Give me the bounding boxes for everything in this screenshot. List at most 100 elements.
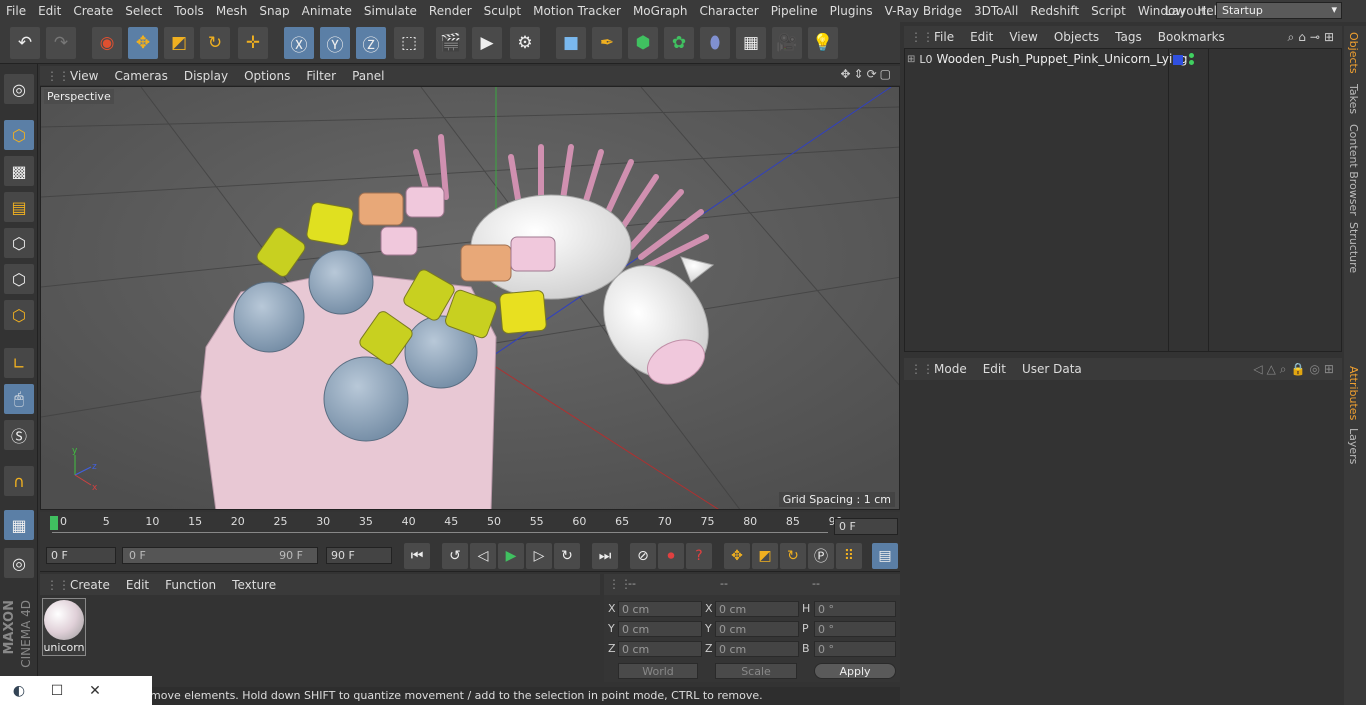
viewport-menu-cameras[interactable]: Cameras — [106, 69, 175, 83]
move-tool-icon[interactable]: ✥ — [128, 27, 158, 59]
size-mode-dropdown[interactable]: Scale — [715, 663, 797, 679]
objects-menu-view[interactable]: View — [1001, 30, 1045, 44]
play-icon[interactable]: ▶ — [498, 543, 524, 569]
record-keys-icon[interactable]: ⊘ — [630, 543, 656, 569]
layout-dropdown[interactable]: Startup — [1216, 2, 1342, 19]
tab-objects[interactable]: Objects — [1347, 32, 1360, 74]
menu-edit[interactable]: Edit — [32, 4, 67, 18]
axis-mode-icon[interactable]: ∟ — [4, 348, 34, 378]
material-menu-function[interactable]: Function — [157, 578, 224, 592]
prev-frame-icon[interactable]: ◁ — [470, 543, 496, 569]
viewport-nav-icons[interactable]: ✥⇕⟳▢ — [840, 67, 894, 81]
goto-end-icon[interactable]: ⏭ — [592, 543, 618, 569]
polygons-mode-icon[interactable]: ⬡ — [4, 300, 34, 330]
size-x-field[interactable]: 0 cm — [715, 601, 799, 617]
objects-menu-file[interactable]: File — [926, 30, 962, 44]
render-view-icon[interactable]: 🎬 — [436, 27, 466, 59]
objects-menu-objects[interactable]: Objects — [1046, 30, 1107, 44]
rotate-tool-icon[interactable]: ↻ — [200, 27, 230, 59]
objects-menu-edit[interactable]: Edit — [962, 30, 1001, 44]
maximize-icon[interactable]: ✕ — [76, 683, 114, 699]
rot-b-field[interactable]: 0 ° — [814, 641, 896, 657]
keyframe-selection-icon[interactable]: ? — [686, 543, 712, 569]
menu-script[interactable]: Script — [1085, 4, 1132, 18]
y-axis-lock-icon[interactable]: Ⓨ — [320, 27, 350, 59]
redo-icon[interactable]: ↷ — [46, 27, 76, 59]
make-editable-icon[interactable]: ◎ — [4, 74, 34, 104]
menu-character[interactable]: Character — [693, 4, 764, 18]
cube-primitive-icon[interactable]: ■ — [556, 27, 586, 59]
editor-visibility-icon[interactable] — [1189, 53, 1194, 58]
render-visibility-icon[interactable] — [1189, 60, 1194, 65]
menu-snap[interactable]: Snap — [253, 4, 295, 18]
material-swatch[interactable]: unicorn — [42, 598, 86, 656]
object-name[interactable]: Wooden_Push_Puppet_Pink_Unicorn_Lying — [937, 52, 1188, 66]
z-axis-lock-icon[interactable]: Ⓩ — [356, 27, 386, 59]
render-settings-icon[interactable]: ⚙ — [510, 27, 540, 59]
layer-color-icon[interactable] — [1173, 55, 1183, 65]
snapping-icon[interactable]: Ⓢ — [4, 420, 34, 450]
coordinate-system-icon[interactable]: ⬚ — [394, 27, 424, 59]
app-icon[interactable]: ◐ — [0, 683, 38, 699]
magnet-icon[interactable]: ∩ — [4, 466, 34, 496]
x-axis-lock-icon[interactable]: Ⓧ — [284, 27, 314, 59]
pos-z-field[interactable]: 0 cm — [618, 641, 702, 657]
material-menu-edit[interactable]: Edit — [118, 578, 157, 592]
scale-tool-icon[interactable]: ◩ — [164, 27, 194, 59]
light-icon[interactable]: 💡 — [808, 27, 838, 59]
menu-mograph[interactable]: MoGraph — [627, 4, 694, 18]
key-pla-icon[interactable]: ⠿ — [836, 543, 862, 569]
timeline-ruler[interactable]: 051015202530354045505560657075808590 0 F — [40, 512, 900, 540]
material-menu-texture[interactable]: Texture — [224, 578, 284, 592]
menu-mesh[interactable]: Mesh — [210, 4, 254, 18]
menu-vray-bridge[interactable]: V-Ray Bridge — [879, 4, 968, 18]
next-frame-icon[interactable]: ▷ — [526, 543, 552, 569]
size-z-field[interactable]: 0 cm — [715, 641, 799, 657]
viewport-menu-view[interactable]: View — [62, 69, 106, 83]
rot-p-field[interactable]: 0 ° — [814, 621, 896, 637]
transform-tool-icon[interactable]: ✛ — [238, 27, 268, 59]
workplane-lock-icon[interactable]: ▦ — [4, 510, 34, 540]
playhead-marker[interactable] — [50, 516, 58, 530]
size-y-field[interactable]: 0 cm — [715, 621, 799, 637]
3d-viewport[interactable]: y z x Perspective Grid Spacing : 1 cm — [40, 86, 900, 510]
viewport-menu-options[interactable]: Options — [236, 69, 298, 83]
object-row[interactable]: ⊞ L0 Wooden_Push_Puppet_Pink_Unicorn_Lyi… — [907, 52, 1188, 66]
tweak-mode-icon[interactable]: 🖱 — [4, 384, 34, 414]
objects-menu-bookmarks[interactable]: Bookmarks — [1150, 30, 1233, 44]
objects-menu-tags[interactable]: Tags — [1107, 30, 1150, 44]
menu-create[interactable]: Create — [67, 4, 119, 18]
prev-key-icon[interactable]: ↺ — [442, 543, 468, 569]
camera-icon[interactable]: 🎥 — [772, 27, 802, 59]
start-frame-field[interactable]: 0 F — [46, 547, 116, 564]
next-key-icon[interactable]: ↻ — [554, 543, 580, 569]
menu-plugins[interactable]: Plugins — [824, 4, 879, 18]
goto-start-icon[interactable]: ⏮ — [404, 543, 430, 569]
tab-takes[interactable]: Takes — [1347, 84, 1360, 114]
menu-animate[interactable]: Animate — [296, 4, 358, 18]
viewport-menu-panel[interactable]: Panel — [344, 69, 392, 83]
pos-y-field[interactable]: 0 cm — [618, 621, 702, 637]
viewport-menu-display[interactable]: Display — [176, 69, 236, 83]
menu-render[interactable]: Render — [423, 4, 478, 18]
floor-environment-icon[interactable]: ▦ — [736, 27, 766, 59]
minimize-icon[interactable]: ☐ — [38, 683, 76, 699]
menu-select[interactable]: Select — [119, 4, 168, 18]
menu-motion-tracker[interactable]: Motion Tracker — [527, 4, 627, 18]
undo-icon[interactable]: ↶ — [10, 27, 40, 59]
coordinate-mode-dropdown[interactable]: World — [618, 663, 698, 679]
autokey-icon[interactable]: ⏺ — [658, 543, 684, 569]
viewport-menu-filter[interactable]: Filter — [298, 69, 344, 83]
render-picture-viewer-icon[interactable]: ▶ — [472, 27, 502, 59]
key-rotation-icon[interactable]: ↻ — [780, 543, 806, 569]
range-slider[interactable]: 0 F 90 F — [122, 547, 318, 564]
solo-mode-icon[interactable]: ◎ — [4, 548, 34, 578]
pos-x-field[interactable]: 0 cm — [618, 601, 702, 617]
pen-spline-icon[interactable]: ✒ — [592, 27, 622, 59]
menu-file[interactable]: File — [0, 4, 32, 18]
tab-structure[interactable]: Structure — [1347, 222, 1360, 273]
apply-button[interactable]: Apply — [814, 663, 896, 679]
object-manager-tools-icons[interactable]: ⌕⌂⊸⊞ — [1288, 30, 1338, 45]
menu-3dtoall[interactable]: 3DToAll — [968, 4, 1024, 18]
menu-pipeline[interactable]: Pipeline — [765, 4, 824, 18]
